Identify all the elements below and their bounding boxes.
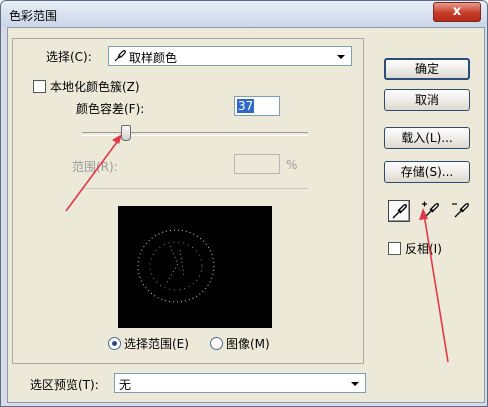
dialog-body: 选择(C): 取样颜色 本地化颜色簇(Z) 颜色容差(F): 37 范围(R):…: [7, 27, 485, 403]
arrow-to-eyedropper-head: [419, 208, 428, 220]
title-bar: 色彩范围 x: [1, 1, 487, 27]
close-button[interactable]: x: [433, 2, 481, 22]
arrow-to-slider-head: [112, 134, 122, 144]
arrow-to-eyedropper: [423, 213, 449, 363]
color-range-dialog: 色彩范围 x 选择(C): 取样颜色 本地化颜色簇(Z) 颜色容差(F): 37…: [0, 0, 488, 407]
annotation-arrows: [65, 134, 449, 363]
dialog-title: 色彩范围: [9, 9, 58, 23]
arrow-to-slider: [65, 137, 121, 212]
close-icon: x: [452, 4, 462, 19]
